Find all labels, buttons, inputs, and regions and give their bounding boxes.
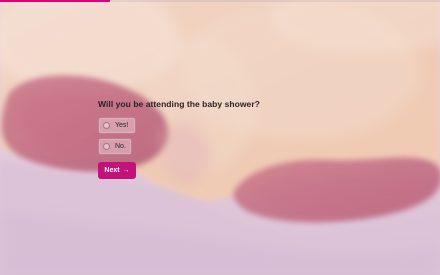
next-button[interactable]: Next → <box>98 162 136 179</box>
radio-icon <box>103 122 110 129</box>
choices-list: Yes! No. <box>98 117 318 155</box>
progress-bar <box>0 0 440 2</box>
choice-label-no: No. <box>115 143 126 150</box>
question-container: Will you be attending the baby shower? Y… <box>98 97 318 179</box>
choice-label-yes: Yes! <box>115 122 129 129</box>
arrow-right-icon: → <box>122 167 130 174</box>
question-title: Will you be attending the baby shower? <box>98 99 260 109</box>
next-button-label: Next <box>104 167 120 174</box>
progress-bar-fill <box>0 0 110 2</box>
choice-yes[interactable]: Yes! <box>98 117 136 134</box>
choice-no[interactable]: No. <box>98 138 132 155</box>
radio-icon <box>103 143 110 150</box>
